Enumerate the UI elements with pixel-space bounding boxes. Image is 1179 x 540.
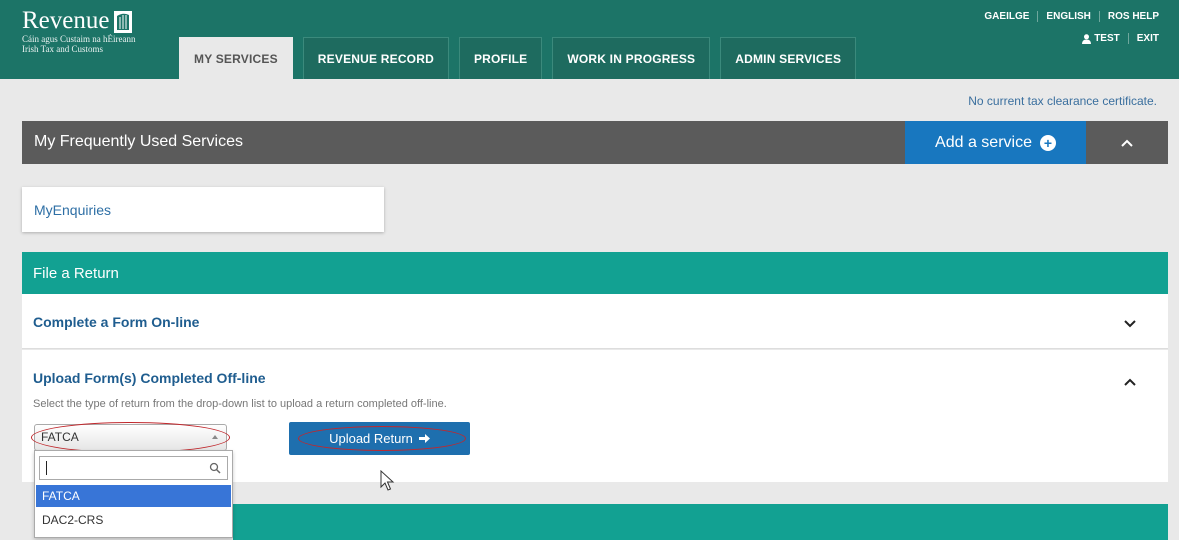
user-menu[interactable]: TEST: [1074, 33, 1128, 44]
add-service-button[interactable]: Add a service +: [905, 121, 1086, 164]
dropdown-search-input[interactable]: [39, 456, 228, 480]
chevron-down-icon: [1124, 320, 1136, 328]
plus-circle-icon: +: [1039, 134, 1056, 151]
return-type-select[interactable]: FATCA: [34, 424, 227, 451]
dropdown-option-fatca[interactable]: FATCA: [36, 485, 231, 507]
language-links: GAEILGE ENGLISH ROS HELP: [976, 11, 1167, 22]
revenue-logo[interactable]: Revenue Cáin agus Custaim na hÉireann Ir…: [22, 7, 136, 55]
user-links: TEST EXIT: [1074, 33, 1167, 44]
main-tabs: MY SERVICES REVENUE RECORD PROFILE WORK …: [179, 37, 857, 79]
frequent-services-bar: My Frequently Used Services Add a servic…: [22, 121, 1168, 164]
app-header: Revenue Cáin agus Custaim na hÉireann Ir…: [0, 0, 1179, 79]
brand-name: Revenue: [22, 7, 110, 34]
chevron-up-icon[interactable]: [1122, 374, 1138, 390]
next-section-header: [233, 504, 1168, 540]
harp-icon: [114, 11, 133, 33]
tax-clearance-status[interactable]: No current tax clearance certificate.: [968, 94, 1157, 108]
mouse-cursor-icon: [380, 470, 395, 491]
brand-subtitle-english: Irish Tax and Customs: [22, 44, 103, 54]
english-link[interactable]: ENGLISH: [1037, 11, 1098, 22]
frequent-services-collapse[interactable]: [1086, 121, 1168, 164]
upload-instructions: Select the type of return from the drop-…: [33, 398, 447, 410]
gaeilge-link[interactable]: GAEILGE: [976, 11, 1037, 22]
arrow-right-icon: [418, 434, 430, 443]
dropdown-option-dac2-crs[interactable]: DAC2-CRS: [36, 509, 231, 531]
return-type-dropdown: FATCA DAC2-CRS: [34, 450, 233, 538]
tab-work-in-progress[interactable]: WORK IN PROGRESS: [552, 37, 711, 79]
search-icon: [209, 462, 221, 474]
tab-profile[interactable]: PROFILE: [458, 37, 543, 79]
ros-help-link[interactable]: ROS HELP: [1098, 11, 1167, 22]
frequent-services-title: My Frequently Used Services: [34, 133, 243, 150]
upload-offline-title[interactable]: Upload Form(s) Completed Off-line: [33, 370, 266, 386]
tab-admin-services[interactable]: ADMIN SERVICES: [720, 37, 857, 79]
tab-revenue-record[interactable]: REVENUE RECORD: [302, 37, 449, 79]
text-caret: [46, 461, 47, 475]
add-service-label: Add a service: [935, 133, 1032, 151]
brand-subtitle-irish: Cáin agus Custaim na hÉireann: [22, 34, 136, 44]
user-name: TEST: [1094, 33, 1120, 44]
service-card-myenquiries[interactable]: MyEnquiries: [22, 187, 384, 232]
file-a-return-header: File a Return: [22, 252, 1168, 294]
user-icon: [1082, 33, 1092, 44]
select-arrow-icon: [212, 435, 218, 439]
exit-link[interactable]: EXIT: [1127, 33, 1167, 44]
complete-online-row[interactable]: Complete a Form On-line: [22, 294, 1168, 349]
upload-return-button[interactable]: Upload Return: [289, 422, 470, 455]
return-type-value: FATCA: [41, 430, 79, 444]
chevron-up-icon: [1121, 139, 1133, 147]
upload-return-label: Upload Return: [329, 431, 413, 446]
complete-online-title: Complete a Form On-line: [33, 314, 200, 330]
tab-my-services[interactable]: MY SERVICES: [179, 37, 293, 79]
